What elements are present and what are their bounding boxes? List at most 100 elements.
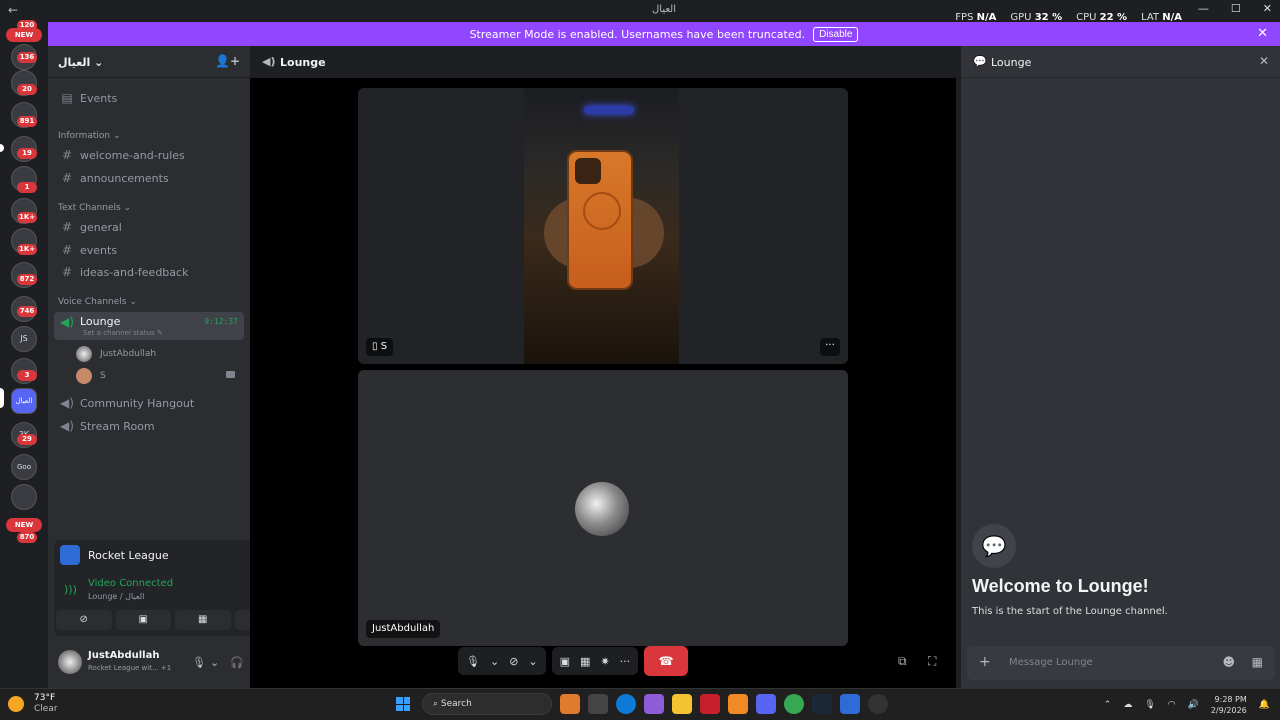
category-information[interactable]: Information ⌄ <box>58 131 121 141</box>
add-attachment-icon[interactable]: + <box>979 654 991 670</box>
cloud-icon[interactable]: ☁ <box>1123 700 1132 710</box>
leave-call-button[interactable]: ☎ <box>644 646 689 676</box>
maximize-button[interactable]: ☐ <box>1231 2 1241 15</box>
video-detail <box>567 150 633 290</box>
camera-off-icon[interactable]: ⊘ <box>509 655 518 668</box>
activity-group: ▣ ▦ ✷ ··· <box>551 647 639 675</box>
hash-icon: # <box>61 220 73 234</box>
discord-icon[interactable] <box>756 694 776 714</box>
chevron-up-icon[interactable]: ⌃ <box>1104 700 1112 710</box>
activities-button[interactable]: ▦ <box>175 610 231 630</box>
voice-controls: 🎙 ⌄ ⊘ ⌄ ▣ ▦ ✷ ··· ☎ <box>458 646 689 676</box>
channel-welcome-and-rules[interactable]: # welcome-and-rules <box>54 144 244 166</box>
file-explorer-icon[interactable] <box>672 694 692 714</box>
minimize-button[interactable]: — <box>1198 2 1209 15</box>
voice-channel-community-hangout[interactable]: ◀) Community Hangout <box>54 392 244 414</box>
server-icon[interactable] <box>11 484 37 510</box>
banner-close-icon[interactable]: ✕ <box>1257 26 1268 41</box>
rocket-league-icon <box>60 545 80 565</box>
microphone-icon[interactable]: 🎙 <box>192 656 206 669</box>
chevron-down-icon[interactable]: ⌄ <box>528 655 537 668</box>
back-arrow-icon[interactable]: ← <box>8 3 18 17</box>
chrome-icon[interactable] <box>784 694 804 714</box>
voice-channel-lounge[interactable]: ◀) Lounge 9:12:37 Set a channel status ✎ <box>54 312 244 340</box>
signal-icon[interactable]: ))) <box>64 583 77 596</box>
server-icon-current[interactable]: العيال <box>11 388 37 414</box>
app-icon[interactable] <box>728 694 748 714</box>
video-detail <box>575 158 601 184</box>
new-pill[interactable]: NEW <box>6 28 42 42</box>
close-window-button[interactable]: ✕ <box>1263 2 1272 15</box>
channel-announcements[interactable]: # announcements <box>54 167 244 189</box>
server-badge: 1K+ <box>17 212 38 223</box>
participant-tag: JustAbdullah <box>366 620 441 638</box>
message-input[interactable]: + Message Lounge ☻ ▦ <box>967 646 1275 680</box>
calendar-icon: ▤ <box>61 91 73 105</box>
wifi-icon[interactable]: ◠ <box>1168 700 1176 710</box>
video-tile-s[interactable]: ▯ S ··· <box>358 88 848 364</box>
server-badge: 746 <box>17 306 37 317</box>
task-view-icon[interactable] <box>588 694 608 714</box>
clock[interactable]: 9:28 PM 2/9/2026 <box>1211 694 1247 716</box>
video-detail <box>584 106 634 114</box>
system-tray: ⌃ ☁ 🎙 ◠ 🔊 9:28 PM 2/9/2026 🔔 <box>1104 694 1270 716</box>
emoji-icon[interactable]: ☻ <box>1222 655 1235 669</box>
category-text-channels[interactable]: Text Channels ⌄ <box>58 203 131 213</box>
taskbar-apps: ⌕ Search <box>392 693 888 715</box>
server-badge: 1 <box>17 182 37 193</box>
taskbar-search[interactable]: ⌕ Search <box>422 693 552 715</box>
notification-bell-icon[interactable]: 🔔 <box>1259 700 1270 710</box>
events-item[interactable]: ▤ Events <box>54 87 244 109</box>
channel-ideas-and-feedback[interactable]: # ideas-and-feedback <box>54 261 244 283</box>
chevron-down-icon: ⌄ <box>94 56 104 69</box>
channel-status-edit[interactable]: Set a channel status ✎ <box>83 329 163 337</box>
soundboard-icon[interactable]: ✷ <box>600 655 609 668</box>
weather-widget[interactable]: 73°F Clear <box>8 693 58 715</box>
category-voice-channels[interactable]: Voice Channels ⌄ <box>58 297 137 307</box>
chat-bubble-icon: 💬 <box>972 524 1016 568</box>
server-badge: 891 <box>17 116 37 127</box>
steam-icon[interactable] <box>812 694 832 714</box>
volume-icon[interactable]: 🔊 <box>1188 700 1199 710</box>
apps-icon[interactable]: ▦ <box>1252 655 1263 669</box>
server-rail: 120 NEW 136 20 891 19 1 1K+ 1K+ 872 746 … <box>0 18 48 688</box>
close-chat-icon[interactable]: ✕ <box>1259 54 1269 68</box>
screen-share-button[interactable]: ▣ <box>115 610 171 630</box>
weather-text: 73°F Clear <box>34 693 58 714</box>
invite-people-icon[interactable]: 👤+ <box>215 54 240 68</box>
app-icon[interactable] <box>868 694 888 714</box>
more-icon[interactable]: ··· <box>620 655 631 668</box>
server-icon-js[interactable]: JS <box>11 326 37 352</box>
screen-share-icon[interactable]: ▣ <box>560 655 570 668</box>
microphone-icon[interactable]: 🎙 <box>466 655 480 668</box>
welcome-title: Welcome to Lounge! <box>972 576 1149 596</box>
fullscreen-icon[interactable]: ⛶ <box>928 654 936 669</box>
headphones-icon[interactable]: 🎧 <box>230 656 244 669</box>
disable-streamer-mode-button[interactable]: Disable <box>813 26 859 42</box>
more-options-button[interactable]: ··· <box>820 338 840 356</box>
voice-user[interactable]: JustAbdullah <box>76 344 156 364</box>
chevron-down-icon[interactable]: ⌄ <box>490 655 499 668</box>
channel-general[interactable]: # general <box>54 216 244 238</box>
voice-channel-stream-room[interactable]: ◀) Stream Room <box>54 415 244 437</box>
avatar[interactable] <box>58 650 82 674</box>
microphone-icon[interactable]: 🎙 <box>1144 700 1155 710</box>
windows-start-icon[interactable] <box>392 693 414 715</box>
app-icon[interactable] <box>700 694 720 714</box>
server-icon-goo[interactable]: Goo <box>11 454 37 480</box>
edge-icon[interactable] <box>616 694 636 714</box>
app-icon[interactable] <box>560 694 580 714</box>
chevron-down-icon[interactable]: ⌄ <box>210 656 219 669</box>
channel-events[interactable]: # events <box>54 239 244 261</box>
voice-user[interactable]: S <box>76 366 235 386</box>
video-tile-justabdullah[interactable]: JustAbdullah <box>358 370 848 646</box>
new-pill[interactable]: NEW <box>6 518 42 532</box>
copilot-icon[interactable] <box>644 694 664 714</box>
popout-icon[interactable]: ⧉ <box>898 654 907 669</box>
guild-header[interactable]: العيال ⌄ 👤+ <box>48 46 250 78</box>
camera-off-button[interactable]: ⊘ <box>56 610 112 630</box>
title-bar: ← العيال FPS N/A GPU 32 % CPU 22 % LAT N… <box>8 0 1280 23</box>
video-stage: ▯ S ··· JustAbdullah <box>250 78 956 688</box>
activities-icon[interactable]: ▦ <box>580 655 590 668</box>
rocket-league-icon[interactable] <box>840 694 860 714</box>
